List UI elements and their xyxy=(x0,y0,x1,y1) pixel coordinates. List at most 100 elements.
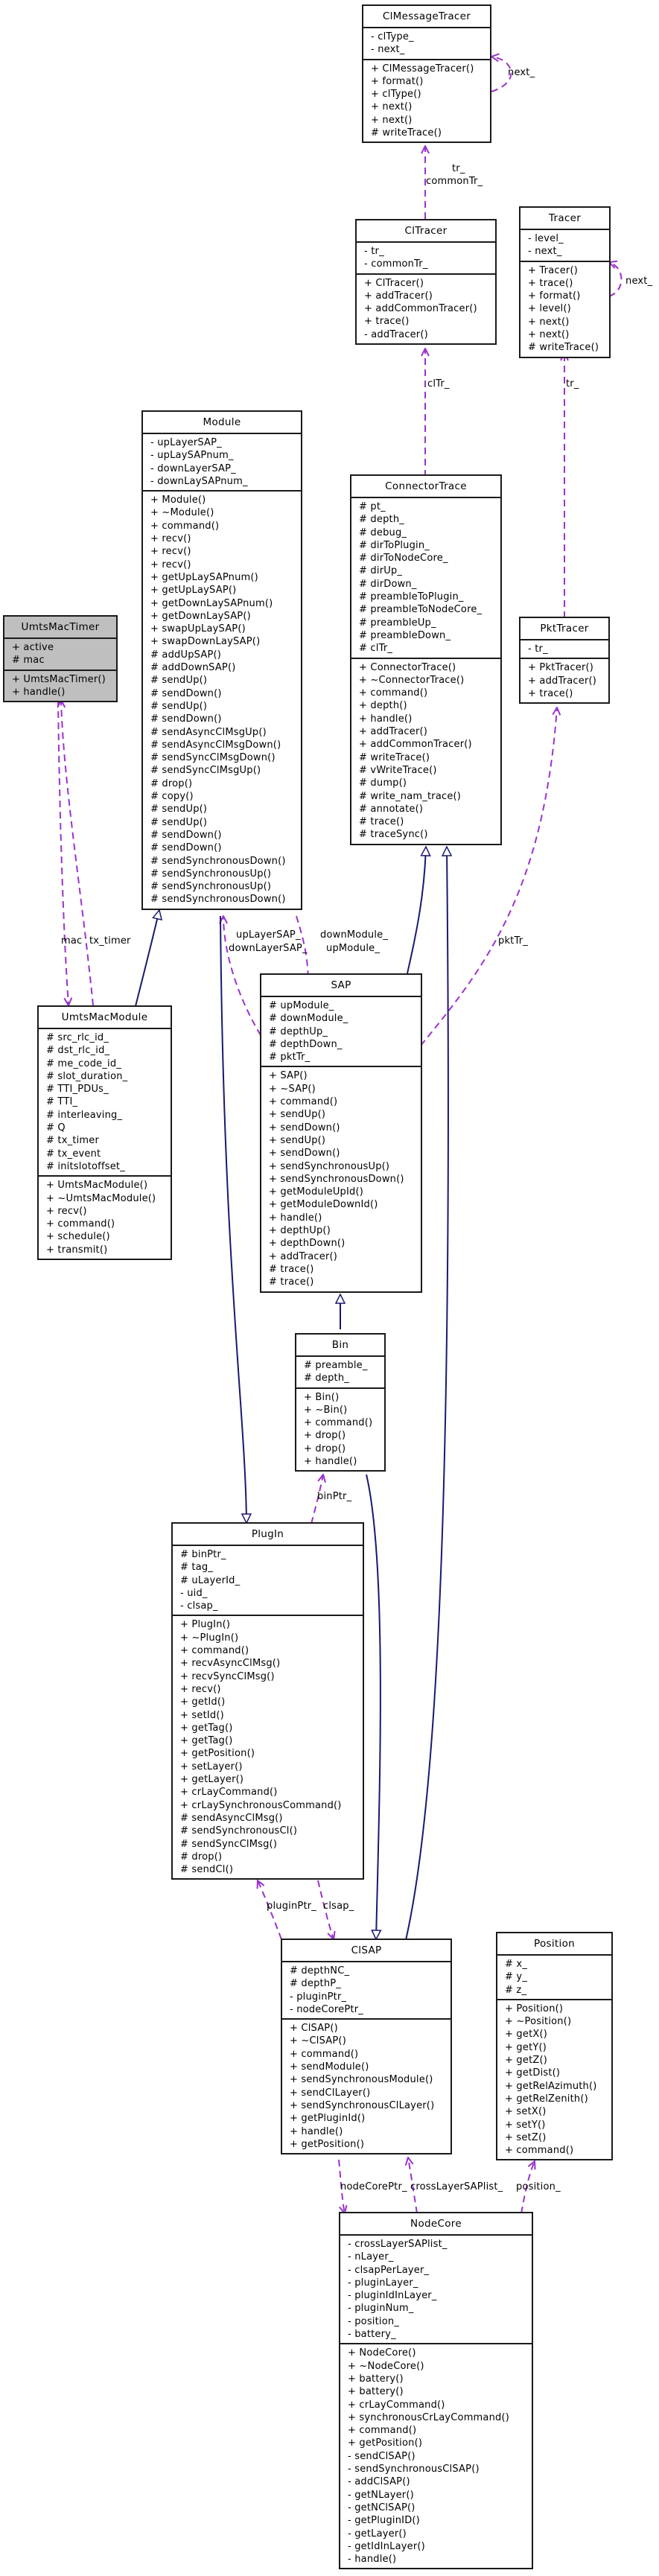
edge-label-cltr: clTr_ xyxy=(427,378,450,389)
operation: + format() xyxy=(371,75,424,87)
edge-label-pkttr: pktTr_ xyxy=(498,935,528,947)
class-name: SAP xyxy=(261,975,421,997)
operation: # sendSynchronousDown() xyxy=(150,855,286,867)
edge-plugin-inherits-module xyxy=(220,915,246,1523)
attribute: # y_ xyxy=(505,1971,528,1983)
attribute: - pluginPtr_ xyxy=(290,1991,347,2003)
operation: + setY() xyxy=(505,2119,546,2131)
operation: + ~Bin() xyxy=(304,1404,348,1416)
operation: + handle() xyxy=(269,1212,322,1224)
attribute: # tx_timer xyxy=(46,1135,100,1147)
attribute: # preambleToNodeCore_ xyxy=(359,604,483,616)
operations-compartment: + UmtsMacModule() + ~UmtsMacModule() + rec… xyxy=(39,1177,171,1259)
operation: # trace() xyxy=(269,1276,314,1288)
class-nodecore[interactable]: NodeCore - crossLayerSAPlist_ - nLayer_ - c… xyxy=(339,2212,533,2570)
edge-umtsmacmodule-to-umtsmactimer-mac xyxy=(61,700,94,1006)
class-name: PlugIn xyxy=(173,1524,363,1546)
attribute: # dirUp_ xyxy=(359,565,403,577)
class-umtsmactimer[interactable]: UmtsMacTimer + active # mac + UmtsMacTimer(… xyxy=(3,615,118,703)
class-sap[interactable]: SAP # upModule_ # downModule_ # depthUp_ # d… xyxy=(260,973,422,1293)
attribute: - next_ xyxy=(371,44,405,56)
operation: + sendModule() xyxy=(290,2061,369,2073)
edge-label-next: next_ xyxy=(508,67,535,78)
attribute: - downLayerSAP_ xyxy=(150,462,236,474)
operation: - sendSynchronousClSAP() xyxy=(348,2464,480,2475)
operation: # sendDown() xyxy=(150,842,222,854)
operation: + sendUp() xyxy=(269,1134,326,1146)
operation: + command() xyxy=(46,1218,115,1230)
class-plugin[interactable]: PlugIn # binPtr_ # tag_ # uLayerId_ - uid_ - … xyxy=(171,1522,364,1880)
operation: - sendClSAP() xyxy=(348,2450,416,2462)
attribute: + active xyxy=(12,642,54,653)
operation: + ~SAP() xyxy=(269,1083,316,1095)
operation: + recv() xyxy=(46,1205,87,1217)
operation: + getY() xyxy=(505,2041,547,2053)
attribute: - commonTr_ xyxy=(364,258,428,270)
class-clsap[interactable]: ClSAP # depthNC_ # depthP_ - pluginPtr_ - no… xyxy=(281,1939,452,2155)
operation: + ~NodeCore() xyxy=(348,2360,424,2372)
operation: + battery() xyxy=(348,2373,404,2385)
edge-label-commontr: commonTr_ xyxy=(426,176,483,187)
attribute: - tr_ xyxy=(364,246,384,257)
edge-label-uplayersap: upLayerSAP_ xyxy=(236,929,301,941)
operations-compartment: + Position() + ~Position() + getX() + getY(… xyxy=(497,2000,611,2160)
class-umtsmacmodule[interactable]: UmtsMacModule # src_rlc_id_ # dst_rlc_id_ #… xyxy=(37,1005,172,1261)
operation: # sendSyncClMsg() xyxy=(180,1838,278,1850)
attribute: - upLayerSAP_ xyxy=(150,437,222,448)
class-bin[interactable]: Bin # preamble_ # depth_ + Bin() + ~Bin() + c… xyxy=(295,1333,386,1472)
operation: + handle() xyxy=(359,713,413,725)
operation: - getNClSAP() xyxy=(348,2502,416,2513)
class-position[interactable]: Position # x_ # y_ # z_ + Position() + ~Posit… xyxy=(496,1932,613,2161)
operation: # sendAsyncClMsg() xyxy=(180,1812,283,1824)
operation: + getPosition() xyxy=(348,2437,423,2449)
operation: + getTag() xyxy=(180,1722,233,1734)
attribute: # preambleDown_ xyxy=(359,629,451,641)
class-clmessagetracer[interactable]: ClMessageTracer - clType_ - next_ + ClMessa… xyxy=(362,4,491,144)
operation: + SAP() xyxy=(269,1070,308,1082)
class-module[interactable]: Module - upLayerSAP_ - upLaySAPnum_ - downL… xyxy=(141,410,302,910)
operation: + battery() xyxy=(348,2386,404,2398)
attribute: # dst_rlc_id_ xyxy=(46,1045,110,1057)
operations-compartment: + PlugIn() + ~PlugIn() + command() + recvAs… xyxy=(173,1616,363,1878)
class-name: NodeCore xyxy=(340,2213,532,2236)
attribute: - upLaySAPnum_ xyxy=(150,450,234,462)
class-cltracer[interactable]: ClTracer - tr_ - commonTr_ + ClTracer() + ad… xyxy=(355,219,497,346)
attribute: # pktTr_ xyxy=(269,1052,311,1063)
attribute: - pluginLayer_ xyxy=(348,2277,418,2289)
attribute: - uid_ xyxy=(180,1587,208,1599)
operation: + getPosition() xyxy=(290,2138,365,2150)
edge-umtsmactimer-to-umtsmacmodule-tx xyxy=(57,699,69,1005)
operation: + command() xyxy=(348,2425,417,2437)
attribute: # depthP_ xyxy=(290,1978,342,1990)
operations-compartment: + SAP() + ~SAP() + command() + sendUp() + se… xyxy=(261,1067,421,1291)
operations-compartment: + NodeCore() + ~NodeCore() + battery() + ba… xyxy=(340,2344,532,2568)
class-name: ClSAP xyxy=(282,1940,451,1962)
operation: # write_nam_trace() xyxy=(359,790,462,802)
class-name: ClTracer xyxy=(357,220,495,243)
operation: + swapUpLaySAP() xyxy=(150,623,246,635)
operation: + swapDownLaySAP() xyxy=(150,636,261,648)
attribute: - position_ xyxy=(348,2315,400,2327)
class-connectortrace[interactable]: ConnectorTrace # pt_ # depth_ # debug_ # dir… xyxy=(350,474,502,845)
operation: # annotate() xyxy=(359,803,424,815)
attribute: - pluginNum_ xyxy=(348,2303,414,2315)
class-name: Position xyxy=(497,1933,611,1956)
operation: + command() xyxy=(359,687,428,699)
operation: + addCommonTracer() xyxy=(364,303,477,315)
class-pkttracer[interactable]: PktTracer - tr_ + PktTracer() + addTracer()… xyxy=(519,617,610,705)
operation: + recv() xyxy=(150,533,191,545)
operation: + handle() xyxy=(12,686,66,698)
operation: + ~Module() xyxy=(150,507,214,519)
attributes-compartment: # src_rlc_id_ # dst_rlc_id_ # me_code_id_ #… xyxy=(39,1029,171,1177)
operation: # writeTrace() xyxy=(528,342,599,354)
operation: + recvSyncClMsg() xyxy=(180,1670,275,1682)
operation: - getIdInLayer() xyxy=(348,2540,425,2552)
attribute: # z_ xyxy=(505,1984,527,1996)
class-tracer[interactable]: Tracer - level_ - next_ + Tracer() + trace()… xyxy=(519,206,611,358)
operation: # addUpSAP() xyxy=(150,649,222,661)
attribute: # dirToNodeCore_ xyxy=(359,553,448,565)
operation: # sendCl() xyxy=(180,1864,234,1876)
operation: # trace() xyxy=(269,1263,314,1275)
operation: + ~PlugIn() xyxy=(180,1632,239,1644)
edge-label-downlayersap: downLayerSAP_ xyxy=(229,943,308,954)
